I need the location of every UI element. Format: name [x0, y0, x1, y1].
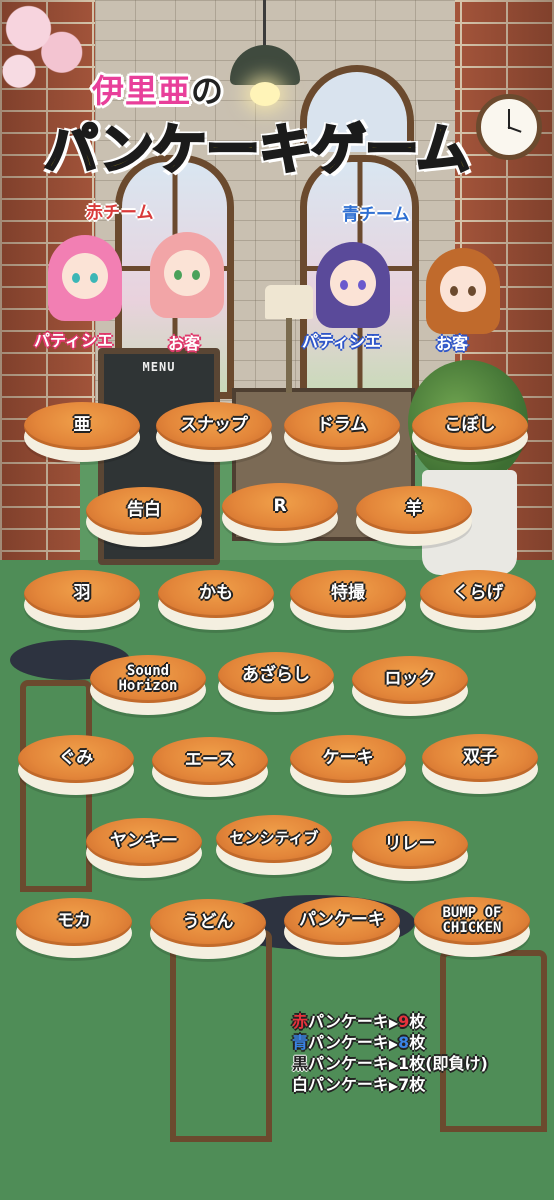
pancake-label: 羽 — [73, 583, 91, 604]
role-blue-customer: お客 — [436, 334, 469, 353]
pancake-5[interactable]: 告白 — [86, 487, 202, 549]
legend-item: パンケーキ — [308, 1075, 389, 1094]
legend-color-word: 青 — [292, 1033, 309, 1052]
pancake-12[interactable]: Sound Horizon — [90, 655, 206, 717]
legend-item: パンケーキ — [308, 1054, 389, 1073]
pancake-label: ドラム — [316, 415, 368, 436]
team-blue-label: 青チーム — [342, 205, 410, 225]
legend-count: 7 — [398, 1075, 410, 1094]
pancake-label: センシティブ — [229, 829, 319, 848]
pancake-label: ぐみ — [58, 748, 94, 769]
pancake-label: R — [273, 496, 287, 517]
pancake-8[interactable]: 羽 — [24, 570, 140, 632]
team-red-label: 赤チーム — [86, 203, 154, 223]
pancake-count-legend: 赤パンケーキ▶9枚 青パンケーキ▶8枚 黒パンケーキ▶1枚(即負け) 白パンケー… — [292, 1012, 488, 1096]
pancake-label: うどん — [182, 912, 234, 933]
table-lamp — [265, 285, 313, 319]
pancake-7[interactable]: 羊 — [356, 486, 472, 548]
pancake-label: ロック — [384, 669, 436, 690]
pancake-label: ケーキ — [322, 748, 374, 769]
pancake-23[interactable]: うどん — [150, 899, 266, 961]
legend-unit: 枚 — [409, 1033, 426, 1052]
legend-item: パンケーキ — [308, 1033, 389, 1052]
pancake-label: 亜 — [73, 415, 91, 436]
legend-count: 9 — [398, 1012, 410, 1031]
pancake-9[interactable]: かも — [158, 570, 274, 632]
lamp-bulb — [250, 82, 280, 106]
cherry-blossom-decoration — [0, 0, 95, 95]
page-title: パンケーキゲーム — [42, 117, 471, 183]
legend-row-blue: 青パンケーキ▶8枚 — [292, 1033, 488, 1054]
pancake-11[interactable]: くらげ — [420, 570, 536, 632]
legend-arrow-icon: ▶ — [388, 1079, 399, 1093]
chair-bottom-left — [170, 930, 272, 1142]
pancake-2[interactable]: スナップ — [156, 402, 272, 464]
pancake-label: スナップ — [180, 415, 248, 436]
pancake-label: くらげ — [452, 583, 504, 604]
pancake-20[interactable]: センシティブ — [216, 815, 332, 877]
role-blue-patissier: パティシエ — [302, 332, 382, 351]
legend-item: パンケーキ — [308, 1012, 389, 1031]
pancake-6[interactable]: R — [222, 483, 338, 545]
pancake-14[interactable]: ロック — [352, 656, 468, 718]
legend-row-white: 白パンケーキ▶7枚 — [292, 1075, 488, 1096]
pancake-4[interactable]: こぼし — [412, 402, 528, 464]
pancake-3[interactable]: ドラム — [284, 402, 400, 464]
pancake-label: パンケーキ — [299, 910, 385, 931]
pancake-label: こぼし — [444, 415, 496, 436]
pancake-1[interactable]: 亜 — [24, 402, 140, 464]
pancake-label: Sound Horizon — [118, 663, 178, 694]
pancake-24[interactable]: パンケーキ — [284, 897, 400, 959]
legend-arrow-icon: ▶ — [388, 1037, 399, 1051]
legend-row-black: 黒パンケーキ▶1枚(即負け) — [292, 1054, 488, 1075]
legend-arrow-icon: ▶ — [388, 1016, 399, 1030]
pancake-13[interactable]: あざらし — [218, 652, 334, 714]
pancake-21[interactable]: リレー — [352, 821, 468, 883]
pancake-25[interactable]: BUMP OF CHICKEN — [414, 897, 530, 959]
pancake-label: 羊 — [405, 499, 423, 520]
avatar-blue-customer — [426, 248, 500, 334]
pancake-19[interactable]: ヤンキー — [86, 818, 202, 880]
pancake-15[interactable]: ぐみ — [18, 735, 134, 797]
legend-count: 1 — [398, 1054, 410, 1073]
lamp-cord — [263, 0, 266, 50]
pancake-label: リレー — [384, 834, 436, 855]
role-red-patissier: パティシエ — [34, 331, 114, 350]
pancake-label: 特撮 — [331, 583, 365, 604]
avatar-red-patissier — [48, 235, 122, 321]
pancake-label: かも — [199, 583, 233, 604]
avatar-blue-patissier — [316, 242, 390, 328]
legend-unit: 枚 — [409, 1054, 426, 1073]
pancake-10[interactable]: 特撮 — [290, 570, 406, 632]
legend-row-red: 赤パンケーキ▶9枚 — [292, 1012, 488, 1033]
legend-unit: 枚 — [409, 1012, 426, 1031]
pancake-label: エース — [184, 750, 236, 771]
table-lamp-stem — [286, 318, 292, 393]
role-red-customer: お客 — [168, 334, 201, 353]
pancake-16[interactable]: エース — [152, 737, 268, 799]
legend-color-word: 赤 — [292, 1012, 309, 1031]
pancake-label: モカ — [57, 911, 91, 932]
pancake-22[interactable]: モカ — [16, 898, 132, 960]
avatar-red-customer — [150, 232, 224, 318]
legend-count: 8 — [398, 1033, 410, 1052]
pancake-17[interactable]: ケーキ — [290, 735, 406, 797]
menu-board-label: MENU — [142, 360, 176, 374]
pancake-label: ヤンキー — [110, 831, 178, 852]
pancake-label: あざらし — [242, 665, 310, 686]
pancake-18[interactable]: 双子 — [422, 734, 538, 796]
legend-note: (即負け) — [425, 1054, 488, 1073]
pancake-label: BUMP OF CHICKEN — [442, 905, 502, 936]
legend-color-word: 白 — [292, 1075, 309, 1094]
legend-unit: 枚 — [409, 1075, 426, 1094]
clock-icon — [476, 94, 542, 160]
pancake-label: 双子 — [463, 747, 497, 768]
legend-arrow-icon: ▶ — [388, 1058, 399, 1072]
pancake-label: 告白 — [127, 500, 161, 521]
legend-color-word: 黒 — [292, 1054, 309, 1073]
